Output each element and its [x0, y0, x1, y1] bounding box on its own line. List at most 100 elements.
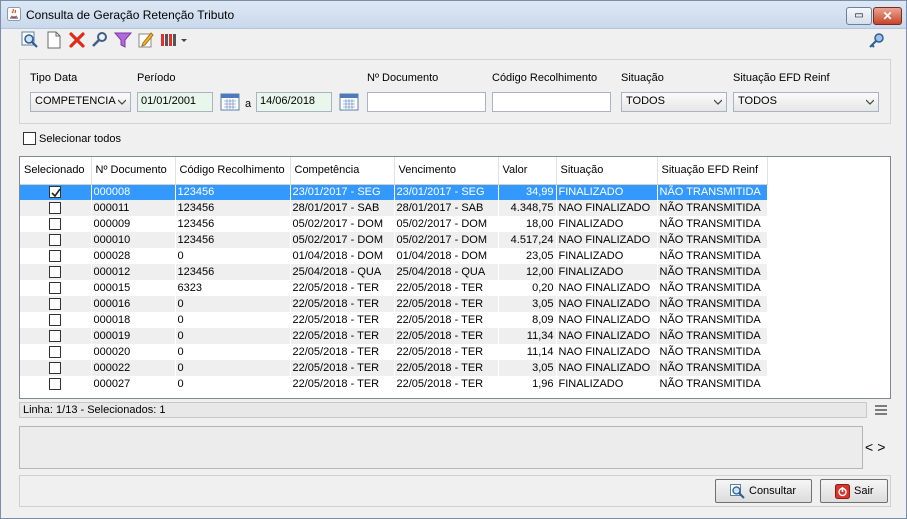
cell-selecionado[interactable]	[20, 344, 92, 360]
tools-icon[interactable]	[91, 31, 109, 49]
menu-icon[interactable]	[874, 404, 888, 416]
column-header-valor[interactable]: Valor	[498, 157, 557, 185]
detail-panel	[19, 426, 863, 469]
select-all-label: Selecionar todos	[39, 133, 121, 145]
table-row[interactable]: 000027 0 22/05/2018 - TER 22/05/2018 - TER 1…	[20, 376, 768, 392]
table-row[interactable]: 000019 0 22/05/2018 - TER 22/05/2018 - TER 1…	[20, 328, 768, 344]
column-header-codigo[interactable]: Código Recolhimento	[175, 157, 291, 185]
cell-competencia: 22/05/2018 - TER	[290, 376, 395, 392]
row-checkbox[interactable]	[49, 346, 62, 359]
title-bar: Consulta de Geração Retenção Tributo ▭ ✕	[1, 1, 906, 29]
table-row[interactable]: 000012 123456 25/04/2018 - QUA 25/04/2018 -…	[20, 264, 768, 280]
cell-selecionado[interactable]	[20, 328, 92, 344]
tipo-data-select[interactable]: COMPETENCIA	[30, 92, 131, 112]
cell-selecionado[interactable]	[20, 376, 92, 392]
column-header-situacao-efd[interactable]: Situação EFD Reinf	[657, 157, 768, 185]
cell-selecionado[interactable]	[20, 248, 92, 264]
cell-vencimento: 05/02/2017 - DOM	[394, 232, 499, 248]
table-row[interactable]: 000018 0 22/05/2018 - TER 22/05/2018 - TER 8…	[20, 312, 768, 328]
cell-situacao: NAO FINALIZADO	[556, 280, 658, 296]
consultar-button[interactable]: Consultar	[715, 479, 812, 503]
delete-icon[interactable]	[68, 31, 86, 49]
situacao-efd-select[interactable]: TODOS	[733, 92, 879, 112]
situacao-value: TODOS	[626, 95, 665, 107]
key-icon[interactable]	[867, 32, 885, 50]
cell-selecionado[interactable]	[20, 280, 92, 296]
periodo-end-field[interactable]: 14/06/2018	[256, 92, 332, 112]
row-checkbox[interactable]	[49, 330, 62, 343]
cell-situacao-efd: NÃO TRANSMITIDA	[657, 216, 768, 232]
cell-situacao-efd: NÃO TRANSMITIDA	[657, 296, 768, 312]
cell-selecionado[interactable]	[20, 232, 92, 248]
row-checkbox[interactable]	[49, 266, 62, 279]
tipo-data-label: Tipo Data	[30, 72, 78, 84]
nav-arrows: <>	[865, 439, 889, 455]
codigo-recolhimento-field[interactable]	[492, 92, 611, 112]
prev-arrow-icon[interactable]: <	[865, 439, 877, 455]
search-icon[interactable]	[21, 31, 39, 49]
new-document-icon[interactable]	[45, 31, 63, 49]
restore-button[interactable]: ▭	[846, 7, 872, 25]
edit-icon[interactable]	[137, 31, 155, 49]
filter-icon[interactable]	[114, 31, 132, 49]
table-row[interactable]: 000020 0 22/05/2018 - TER 22/05/2018 - TER 1…	[20, 344, 768, 360]
column-header-selecionado[interactable]: Selecionado	[20, 157, 92, 185]
cell-selecionado[interactable]	[20, 296, 92, 312]
cell-vencimento: 22/05/2018 - TER	[394, 328, 499, 344]
cell-valor: 3,05	[498, 360, 557, 376]
row-checkbox[interactable]	[49, 378, 62, 391]
cell-selecionado[interactable]	[20, 200, 92, 216]
column-header-documento[interactable]: Nº Documento	[91, 157, 176, 185]
dropdown-arrow-icon[interactable]	[179, 31, 189, 49]
row-checkbox[interactable]	[49, 314, 62, 327]
table-row[interactable]: 000028 0 01/04/2018 - DOM 01/04/2018 - DOM 2…	[20, 248, 768, 264]
cell-situacao: NAO FINALIZADO	[556, 232, 658, 248]
results-grid[interactable]: Selecionado Nº Documento Código Recolhim…	[19, 156, 891, 399]
row-checkbox[interactable]	[49, 282, 62, 295]
column-header-competencia[interactable]: Competência	[290, 157, 395, 185]
calendar-icon[interactable]	[339, 92, 359, 112]
table-row[interactable]: 000022 0 22/05/2018 - TER 22/05/2018 - TER 3…	[20, 360, 768, 376]
cell-selecionado[interactable]	[20, 360, 92, 376]
columns-icon[interactable]	[160, 31, 178, 49]
checkbox-box[interactable]	[23, 132, 36, 145]
cell-selecionado[interactable]	[20, 216, 92, 232]
row-checkbox[interactable]	[49, 218, 62, 231]
row-checkbox[interactable]	[49, 202, 62, 215]
cell-documento: 000010	[91, 232, 176, 248]
table-row[interactable]: 000008 123456 23/01/2017 - SEG 23/01/2017 -…	[20, 184, 768, 200]
cell-situacao-efd: NÃO TRANSMITIDA	[657, 360, 768, 376]
documento-field[interactable]	[367, 92, 486, 112]
table-row[interactable]: 000015 6323 22/05/2018 - TER 22/05/2018 - T…	[20, 280, 768, 296]
cell-vencimento: 22/05/2018 - TER	[394, 296, 499, 312]
next-arrow-icon[interactable]: >	[877, 439, 889, 455]
row-checkbox[interactable]	[49, 186, 62, 199]
cell-situacao: FINALIZADO	[556, 184, 658, 200]
sair-button[interactable]: Sair	[820, 479, 888, 503]
table-row[interactable]: 000009 123456 05/02/2017 - DOM 05/02/2017 -…	[20, 216, 768, 232]
row-checkbox[interactable]	[49, 234, 62, 247]
column-header-vencimento[interactable]: Vencimento	[394, 157, 499, 185]
situacao-select[interactable]: TODOS	[621, 92, 727, 112]
cell-codigo: 0	[175, 360, 291, 376]
cell-selecionado[interactable]	[20, 184, 92, 200]
table-body: 000008 123456 23/01/2017 - SEG 23/01/2017 -…	[20, 184, 768, 392]
row-checkbox[interactable]	[49, 298, 62, 311]
row-checkbox[interactable]	[49, 362, 62, 375]
row-checkbox[interactable]	[49, 250, 62, 263]
cell-selecionado[interactable]	[20, 312, 92, 328]
cell-codigo: 123456	[175, 232, 291, 248]
select-all-checkbox[interactable]: Selecionar todos	[23, 132, 121, 148]
table-row[interactable]: 000011 123456 28/01/2017 - SAB 28/01/2017 -…	[20, 200, 768, 216]
table-row[interactable]: 000016 0 22/05/2018 - TER 22/05/2018 - TER 3…	[20, 296, 768, 312]
cell-vencimento: 28/01/2017 - SAB	[394, 200, 499, 216]
cell-selecionado[interactable]	[20, 264, 92, 280]
cell-situacao-efd: NÃO TRANSMITIDA	[657, 264, 768, 280]
table-row[interactable]: 000010 123456 05/02/2017 - DOM 05/02/2017 -…	[20, 232, 768, 248]
periodo-start-field[interactable]: 01/01/2001	[137, 92, 213, 112]
column-header-situacao[interactable]: Situação	[556, 157, 658, 185]
calendar-icon[interactable]	[220, 92, 240, 112]
codigo-recolhimento-label: Código Recolhimento	[492, 72, 598, 84]
close-button[interactable]: ✕	[873, 7, 902, 25]
cell-codigo: 0	[175, 344, 291, 360]
